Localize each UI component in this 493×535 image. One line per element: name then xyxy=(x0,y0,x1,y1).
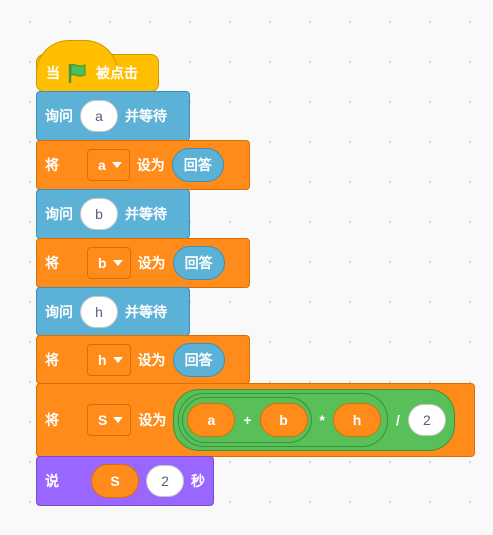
say-for-seconds-block[interactable]: 说 S 2 秒 xyxy=(36,456,214,506)
multiply-operator[interactable]: a + b * h xyxy=(178,393,388,447)
hat-suffix-label: 被点击 xyxy=(96,65,138,81)
green-flag-icon xyxy=(68,63,86,83)
and-wait-label: 并等待 xyxy=(125,303,167,320)
ask-label: 询问 xyxy=(45,303,73,320)
question-input[interactable]: b xyxy=(80,198,118,230)
divide-sign: / xyxy=(395,412,400,428)
variable-reporter-s[interactable]: S xyxy=(91,464,139,498)
ask-label: 询问 xyxy=(45,206,73,222)
set-label: 将 xyxy=(45,255,59,271)
to-label: 设为 xyxy=(137,255,166,271)
hat-prefix-label: 当 xyxy=(46,65,60,81)
ask-and-wait-block[interactable]: 询问 b 并等待 xyxy=(36,189,190,239)
variable-dropdown[interactable]: a xyxy=(87,149,130,181)
scratch-workspace[interactable]: { "colors": { "events": "#ffbf00", "sens… xyxy=(0,0,493,535)
set-variable-block[interactable]: 将 h 设为 回答 xyxy=(36,335,250,384)
variable-name: S xyxy=(98,412,108,428)
variable-name: b xyxy=(98,255,107,271)
variable-reporter-a[interactable]: a xyxy=(187,403,236,437)
set-label: 将 xyxy=(45,351,59,368)
and-wait-label: 并等待 xyxy=(125,206,167,222)
set-variable-formula-block[interactable]: 将 S 设为 a + b * h / 2 xyxy=(36,383,475,457)
to-label: 设为 xyxy=(137,351,166,368)
ask-label: 询问 xyxy=(45,108,73,124)
times-sign: * xyxy=(319,412,325,428)
variable-reporter-b[interactable]: b xyxy=(259,403,308,437)
chevron-down-icon xyxy=(113,417,124,423)
set-label: 将 xyxy=(45,157,59,173)
question-input[interactable]: h xyxy=(80,295,118,328)
chevron-down-icon xyxy=(112,260,123,266)
variable-reporter-h[interactable]: h xyxy=(332,403,381,437)
variable-dropdown[interactable]: h xyxy=(87,343,131,376)
say-label: 说 xyxy=(45,473,59,489)
to-label: 设为 xyxy=(138,412,167,428)
variable-dropdown[interactable]: b xyxy=(87,247,131,279)
answer-reporter[interactable]: 回答 xyxy=(171,148,224,182)
seconds-unit-label: 秒 xyxy=(191,473,205,489)
to-label: 设为 xyxy=(136,157,165,173)
variable-dropdown[interactable]: S xyxy=(87,404,132,436)
ask-and-wait-block[interactable]: 询问 a 并等待 xyxy=(36,91,190,141)
variable-name: a xyxy=(98,157,106,173)
set-variable-block[interactable]: 将 b 设为 回答 xyxy=(36,238,250,288)
seconds-input[interactable]: 2 xyxy=(146,465,184,497)
set-label: 将 xyxy=(45,412,59,428)
chevron-down-icon xyxy=(111,162,122,168)
question-input[interactable]: a xyxy=(80,100,118,132)
chevron-down-icon xyxy=(112,356,123,363)
when-flag-clicked-block[interactable]: 当 被点击 xyxy=(36,40,159,92)
answer-reporter[interactable]: 回答 xyxy=(172,342,225,377)
ask-and-wait-block[interactable]: 询问 h 并等待 xyxy=(36,287,190,336)
plus-sign: + xyxy=(243,412,252,428)
add-operator[interactable]: a + b xyxy=(182,397,312,443)
and-wait-label: 并等待 xyxy=(125,108,167,124)
divisor-input[interactable]: 2 xyxy=(407,404,446,436)
divide-operator[interactable]: a + b * h / 2 xyxy=(173,389,455,451)
set-variable-block[interactable]: 将 a 设为 回答 xyxy=(36,140,250,190)
answer-reporter[interactable]: 回答 xyxy=(172,246,225,280)
variable-name: h xyxy=(98,351,107,368)
